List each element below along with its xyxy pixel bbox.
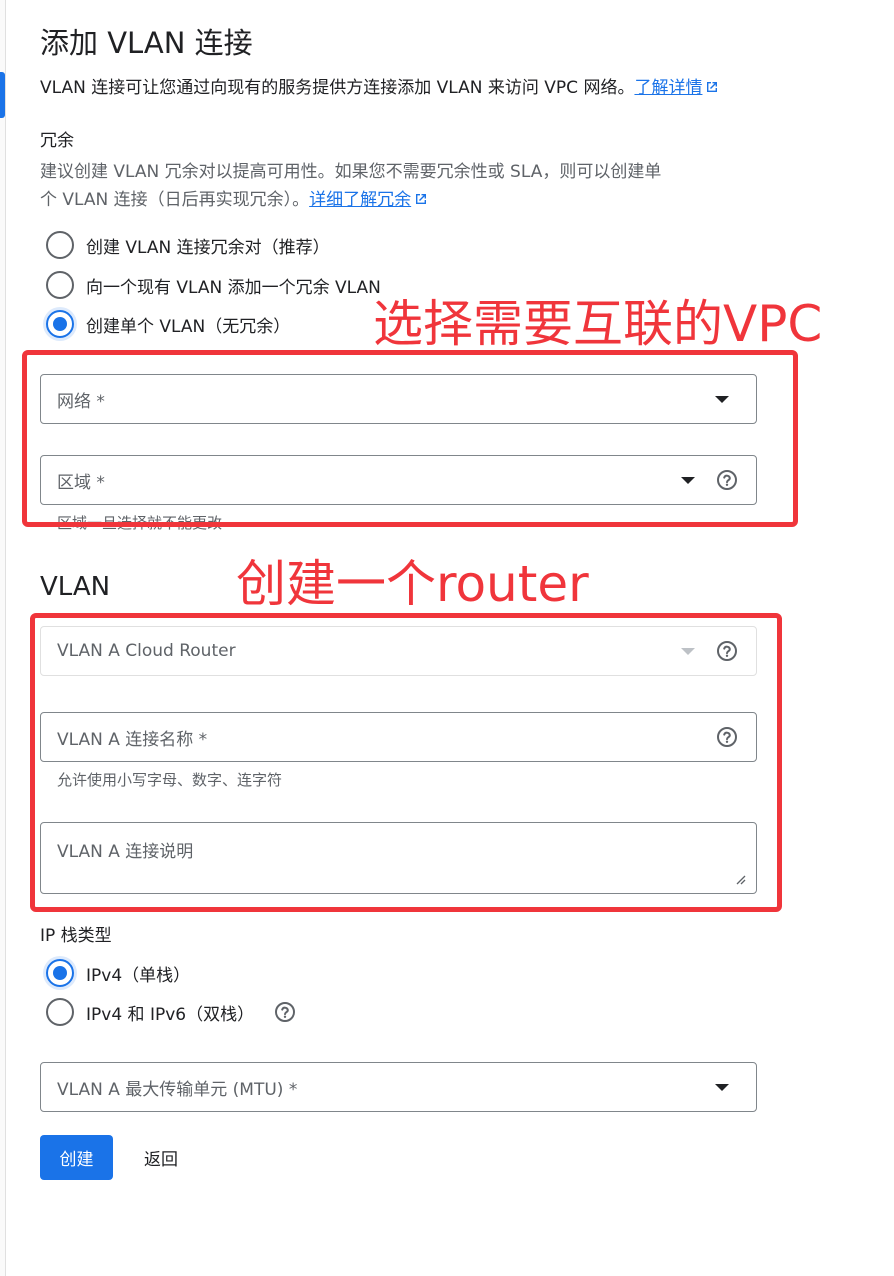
page-title: 添加 VLAN 连接 <box>40 26 253 60</box>
annotation-box-network-region <box>22 350 798 527</box>
radio-label: IPv4（单栈） <box>86 965 191 986</box>
radio-ipv4-single[interactable]: IPv4（单栈） <box>46 958 190 988</box>
vlan-heading: VLAN <box>40 572 111 602</box>
radio-circle-checked[interactable] <box>46 310 74 338</box>
rail-active-indicator <box>0 72 5 118</box>
mtu-select[interactable]: VLAN A 最大传输单元 (MTU) * <box>40 1062 757 1112</box>
back-button[interactable]: 返回 <box>130 1135 192 1180</box>
radio-add-redundant[interactable]: 向一个现有 VLAN 添加一个冗余 VLAN <box>46 270 381 300</box>
help-icon[interactable] <box>274 1001 296 1023</box>
description-text: VLAN 连接可让您通过向现有的服务提供方连接添加 VLAN 来访问 VPC 网… <box>40 78 635 98</box>
radio-circle[interactable] <box>46 231 74 259</box>
ip-stack-label: IP 栈类型 <box>40 926 112 946</box>
redundancy-help-line2: 个 VLAN 连接（日后再实现冗余）。 <box>40 190 310 210</box>
redundancy-help: 建议创建 VLAN 冗余对以提高可用性。如果您不需要冗余性或 SLA，则可以创建… <box>40 158 770 214</box>
mtu-select-label: VLAN A 最大传输单元 (MTU) * <box>57 1079 298 1100</box>
redundancy-label: 冗余 <box>40 131 74 151</box>
redundancy-link-text: 详细了解冗余 <box>309 190 412 210</box>
annotation-box-vlan-fields <box>30 613 782 912</box>
radio-circle[interactable] <box>46 271 74 299</box>
radio-circle[interactable] <box>46 998 74 1026</box>
radio-label: IPv4 和 IPv6（双栈） <box>86 1004 255 1025</box>
external-link-icon <box>416 194 427 204</box>
radio-label: 创建 VLAN 连接冗余对（推荐） <box>86 237 330 258</box>
annotation-select-vpc: 选择需要互联的VPC <box>373 295 823 353</box>
redundancy-learn-more-link[interactable]: 详细了解冗余 <box>309 190 428 210</box>
radio-redundant-pair[interactable]: 创建 VLAN 连接冗余对（推荐） <box>46 230 330 260</box>
learn-more-link[interactable]: 了解详情 <box>634 78 719 98</box>
radio-label: 创建单个 VLAN（无冗余） <box>86 316 291 337</box>
create-button[interactable]: 创建 <box>40 1135 113 1180</box>
dropdown-caret-icon <box>710 1083 734 1091</box>
learn-more-text: 了解详情 <box>634 78 703 98</box>
redundancy-help-line1: 建议创建 VLAN 冗余对以提高可用性。如果您不需要冗余性或 SLA，则可以创建… <box>40 162 662 182</box>
radio-circle-checked[interactable] <box>46 959 74 987</box>
radio-label: 向一个现有 VLAN 添加一个冗余 VLAN <box>86 277 381 298</box>
annotation-create-router: 创建一个router <box>236 555 589 613</box>
page-description: VLAN 连接可让您通过向现有的服务提供方连接添加 VLAN 来访问 VPC 网… <box>40 73 719 98</box>
radio-ipv4-ipv6-dual[interactable]: IPv4 和 IPv6（双栈） <box>46 997 314 1027</box>
external-link-icon <box>707 82 718 92</box>
left-rail <box>0 0 6 1276</box>
radio-single-vlan[interactable]: 创建单个 VLAN（无冗余） <box>46 309 290 339</box>
